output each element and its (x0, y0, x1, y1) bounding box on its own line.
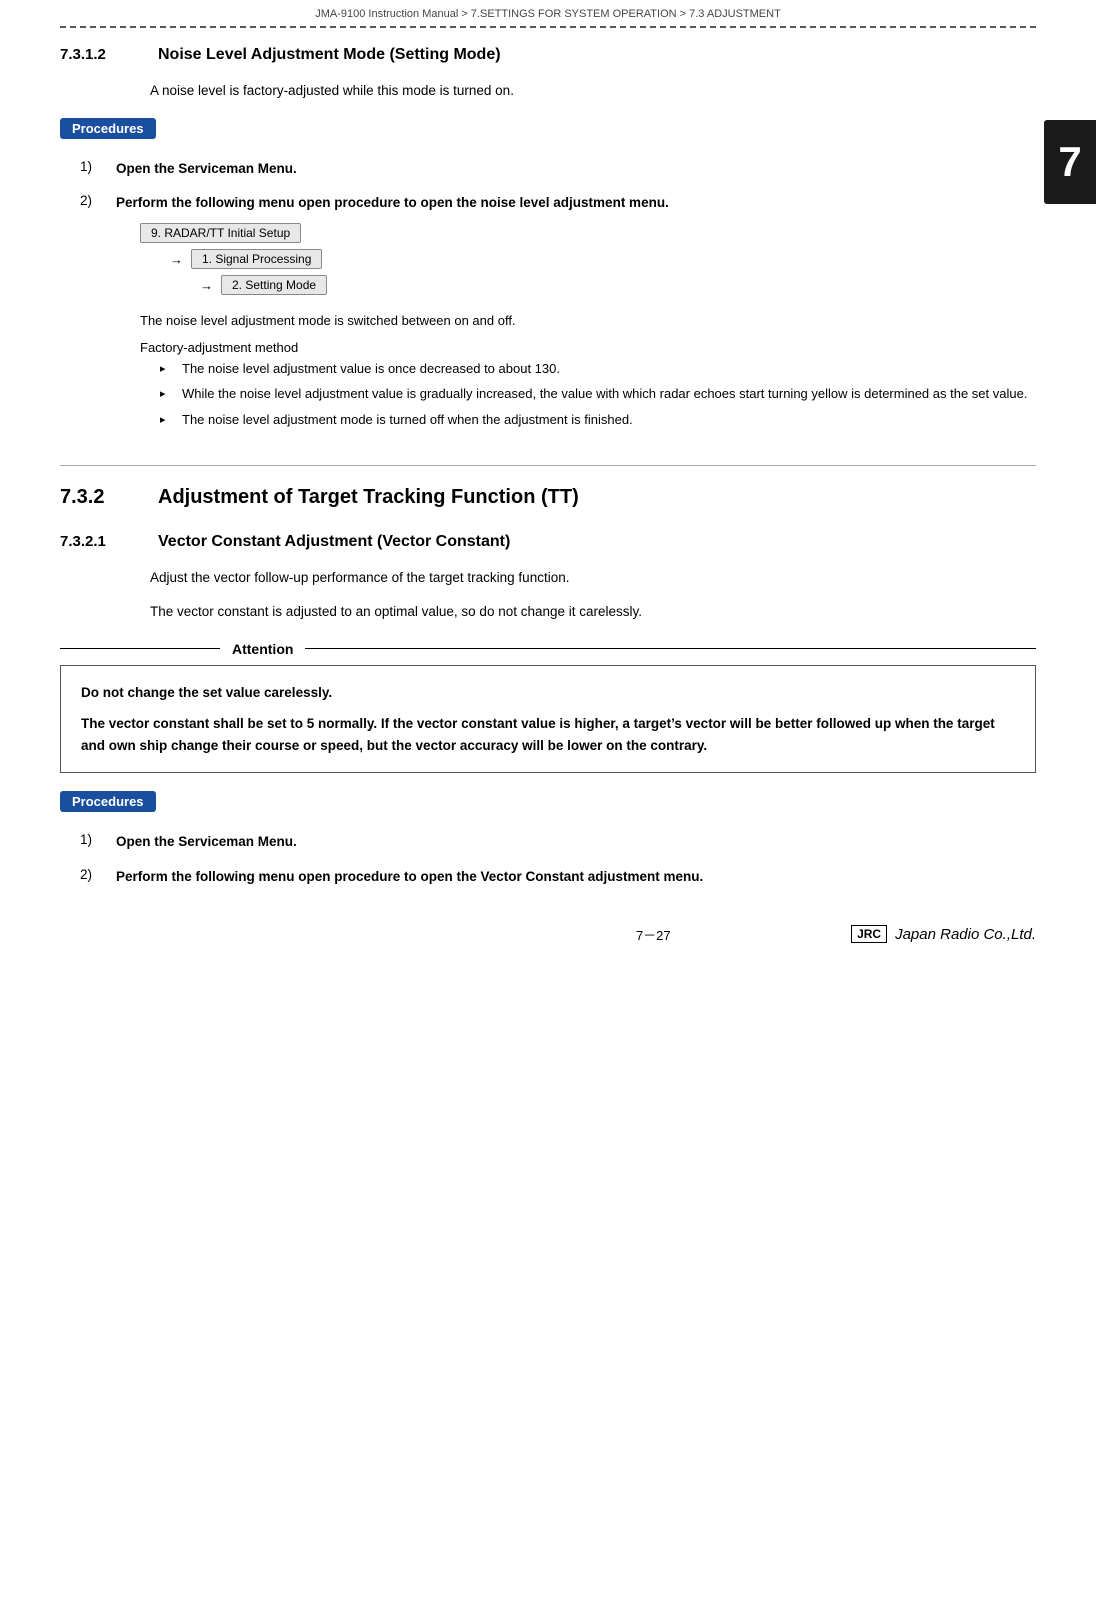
section-7312-header: 7.3.1.2 Noise Level Adjustment Mode (Set… (60, 46, 1036, 72)
attention-box: Do not change the set value carelessly. … (60, 665, 1036, 774)
attention-line-2: The vector constant shall be set to 5 no… (81, 713, 1015, 756)
step-2-text: Perform the following menu open procedur… (116, 193, 669, 213)
bullet-3-text: The noise level adjustment mode is turne… (182, 410, 633, 430)
procedures-list-2: 1) Open the Serviceman Menu. 2) Perform … (80, 832, 1036, 887)
breadcrumb: JMA-9100 Instruction Manual > 7.SETTINGS… (60, 0, 1036, 28)
proc-step-1: 1) Open the Serviceman Menu. (80, 159, 1036, 179)
procedures-badge-2: Procedures (60, 791, 156, 812)
section-7312-number: 7.3.1.2 (60, 46, 140, 63)
bullet-1-text: The noise level adjustment value is once… (182, 359, 560, 379)
section-7312-intro: A noise level is factory-adjusted while … (150, 80, 1036, 102)
chapter-tab: 7 (1044, 120, 1096, 204)
proc2-step-2: 2) Perform the following menu open proce… (80, 867, 1036, 887)
section-divider (60, 465, 1036, 466)
section-7312-title: Noise Level Adjustment Mode (Setting Mod… (158, 46, 501, 64)
proc2-step-2-num: 2) (80, 867, 116, 882)
factory-label: Factory-adjustment method (140, 340, 298, 355)
bullet-list: The noise level adjustment value is once… (160, 359, 1027, 436)
attention-line-right (305, 648, 1036, 649)
menu-row-1: 9. RADAR/TT Initial Setup (140, 223, 327, 243)
menu-row-3: → 2. Setting Mode (200, 275, 327, 295)
footer-page: 7－27 (456, 925, 852, 944)
arrow-2: → (200, 278, 213, 293)
attention-container: Attention Do not change the set value ca… (60, 641, 1036, 774)
attention-line-left (60, 648, 220, 649)
bullet-3: The noise level adjustment mode is turne… (160, 410, 1027, 430)
sub-note: The noise level adjustment mode is switc… (140, 311, 516, 332)
step-2-num: 2) (80, 193, 116, 208)
section-7321-intro1: Adjust the vector follow-up performance … (150, 567, 1036, 589)
proc-step-2: 2) Perform the following menu open proce… (80, 193, 1036, 446)
footer: 7－27 JRC Japan Radio Co.,Ltd. (60, 917, 1036, 944)
section-7321-title: Vector Constant Adjustment (Vector Const… (158, 533, 510, 551)
proc2-step-1-text: Open the Serviceman Menu. (116, 832, 297, 852)
step-1-text: Open the Serviceman Menu. (116, 159, 297, 179)
attention-header: Attention (60, 641, 1036, 657)
company-name: Japan Radio Co.,Ltd. (895, 926, 1036, 943)
attention-line-1: Do not change the set value carelessly. (81, 682, 1015, 704)
arrow-1: → (170, 252, 183, 267)
attention-label: Attention (220, 641, 305, 657)
section-7321-header: 7.3.2.1 Vector Constant Adjustment (Vect… (60, 533, 1036, 559)
bullet-2-text: While the noise level adjustment value i… (182, 384, 1027, 404)
section-732-number: 7.3.2 (60, 486, 140, 509)
proc2-step-1-num: 1) (80, 832, 116, 847)
menu-btn-1: 9. RADAR/TT Initial Setup (140, 223, 301, 243)
bullet-1: The noise level adjustment value is once… (160, 359, 1027, 379)
jrc-box: JRC (851, 925, 887, 943)
step-1-num: 1) (80, 159, 116, 174)
proc2-step-1: 1) Open the Serviceman Menu. (80, 832, 1036, 852)
menu-row-2: → 1. Signal Processing (170, 249, 327, 269)
section-7321-number: 7.3.2.1 (60, 533, 140, 550)
menu-btn-2: 1. Signal Processing (191, 249, 322, 269)
procedures-list-1: 1) Open the Serviceman Menu. 2) Perform … (80, 159, 1036, 446)
footer-logo: JRC Japan Radio Co.,Ltd. (851, 925, 1036, 943)
section-732-title: Adjustment of Target Tracking Function (… (158, 486, 579, 509)
proc2-step-2-text: Perform the following menu open procedur… (116, 867, 703, 887)
menu-btn-3: 2. Setting Mode (221, 275, 327, 295)
section-732-header: 7.3.2 Adjustment of Target Tracking Func… (60, 486, 1036, 519)
menu-chain: 9. RADAR/TT Initial Setup → 1. Signal Pr… (140, 223, 327, 301)
procedures-badge-1: Procedures (60, 118, 156, 139)
section-7321-intro2: The vector constant is adjusted to an op… (150, 601, 1036, 623)
bullet-2: While the noise level adjustment value i… (160, 384, 1027, 404)
